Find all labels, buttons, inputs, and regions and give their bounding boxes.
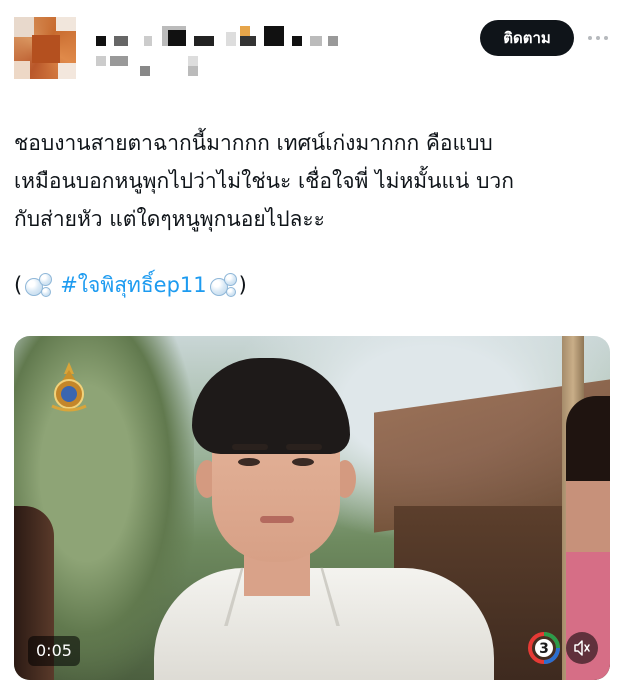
video-timestamp: 0:05 [28, 636, 80, 666]
hashtag-link[interactable]: #ใจพิสุทธิ์ep11 [60, 266, 206, 304]
hashtag-line: ( #ใจพิสุทธิ์ep11 ) [14, 266, 247, 304]
post-text-line: กับส่ายหัว แต่ใดๆหนูพุกนอยไปละะ [14, 207, 325, 231]
bubbles-emoji-icon [23, 270, 53, 300]
bubbles-emoji-icon [208, 270, 238, 300]
video-player[interactable]: 0:05 3 [14, 336, 610, 680]
post-header: ติดตาม [0, 0, 624, 90]
ch3-logo: 3 [528, 632, 560, 664]
avatar[interactable] [14, 17, 76, 79]
post-text: ชอบงานสายตาฉากนี้มากกก เทศน์เก่งมากกก คื… [14, 124, 614, 238]
paren-close: ) [238, 273, 247, 297]
follow-button[interactable]: ติดตาม [480, 20, 574, 56]
paren-open: ( [14, 273, 23, 297]
post-text-line: เหมือนบอกหนูพุกไปว่าไม่ใช่นะ เชื่อใจพี่ … [14, 169, 514, 193]
handle-redacted[interactable] [96, 56, 236, 76]
speaker-muted-icon [574, 640, 590, 656]
display-name-redacted[interactable] [96, 26, 356, 46]
svg-text:3: 3 [539, 641, 549, 657]
channel-emblem-icon [51, 362, 87, 412]
more-icon[interactable] [584, 24, 612, 52]
video-main-person [154, 336, 494, 680]
post-text-line: ชอบงานสายตาฉากนี้มากกก เทศน์เก่งมากกก คื… [14, 131, 493, 155]
mute-button[interactable] [566, 632, 598, 664]
